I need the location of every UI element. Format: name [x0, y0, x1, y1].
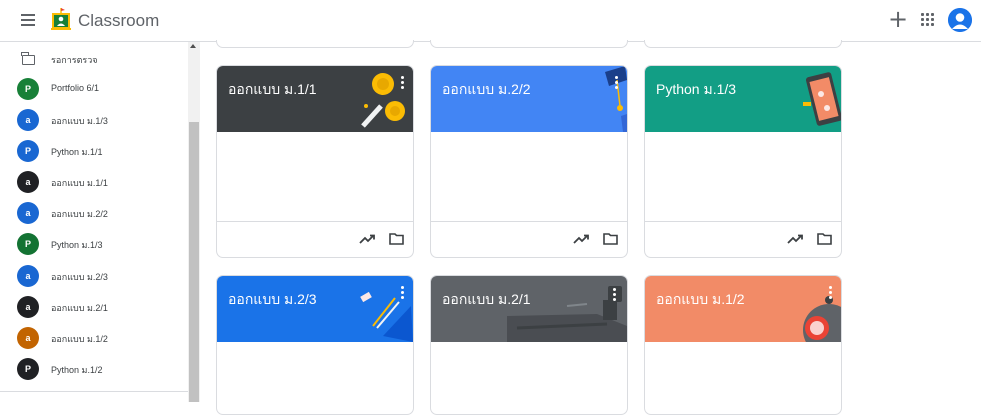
- more-vert-icon[interactable]: [608, 286, 622, 302]
- class-card-partial[interactable]: [430, 40, 628, 48]
- sidebar-item-label: ออกแบบ ม.1/1: [51, 178, 108, 188]
- class-avatar: a: [17, 171, 39, 193]
- apps-grid-icon[interactable]: [920, 12, 936, 28]
- class-avatar: a: [17, 265, 39, 287]
- card-header[interactable]: ออกแบบ ม.1/1: [217, 66, 413, 132]
- sidebar-item-class[interactable]: a ออกแบบ ม.1/1: [0, 168, 186, 196]
- sidebar-item-class[interactable]: a ออกแบบ ม.1/2: [0, 324, 186, 352]
- sidebar-item-label: Python ม.1/1: [51, 147, 103, 157]
- class-avatar: P: [17, 140, 39, 162]
- sidebar-item-class[interactable]: P Python ม.1/1: [0, 137, 186, 165]
- class-title-link[interactable]: ออกแบบ ม.1/2: [656, 289, 745, 311]
- class-avatar: P: [17, 358, 39, 380]
- sidebar-item-label: ออกแบบ ม.2/3: [51, 272, 108, 282]
- class-card[interactable]: ออกแบบ ม.2/3: [216, 275, 414, 415]
- folder-icon[interactable]: [817, 233, 832, 245]
- class-title-link[interactable]: ออกแบบ ม.2/2: [442, 79, 531, 101]
- trending-up-icon[interactable]: [787, 234, 803, 244]
- sidebar: รอการตรวจ P Portfolio 6/1 a ออกแบบ ม.1/3…: [0, 42, 200, 402]
- class-title-link[interactable]: ออกแบบ ม.1/1: [228, 79, 317, 101]
- folder-icon[interactable]: [603, 233, 618, 245]
- header-illustration-icon: [803, 72, 841, 126]
- class-card[interactable]: Python ม.1/3: [644, 65, 842, 258]
- trending-up-icon[interactable]: [573, 234, 589, 244]
- more-vert-icon[interactable]: [826, 286, 836, 302]
- folder-icon[interactable]: [389, 233, 404, 245]
- sidebar-item-class[interactable]: P Python ม.1/2: [0, 355, 186, 383]
- class-card[interactable]: ออกแบบ ม.2/2: [430, 65, 628, 258]
- more-vert-icon[interactable]: [398, 76, 408, 92]
- card-divider: [217, 221, 413, 222]
- more-vert-icon[interactable]: [612, 76, 622, 92]
- class-title-link[interactable]: ออกแบบ ม.2/3: [228, 289, 317, 311]
- sidebar-item-label: ออกแบบ ม.2/1: [51, 303, 108, 313]
- class-avatar: P: [17, 233, 39, 255]
- sidebar-item-label: Python ม.1/3: [51, 240, 103, 250]
- card-divider: [431, 221, 627, 222]
- class-card-partial[interactable]: [216, 40, 414, 48]
- class-title-link[interactable]: Python ม.1/3: [656, 79, 736, 101]
- sidebar-item-class[interactable]: P Portfolio 6/1: [0, 75, 186, 103]
- class-title-link[interactable]: ออกแบบ ม.2/1: [442, 289, 531, 311]
- review-folder-icon: [21, 52, 35, 65]
- card-header[interactable]: ออกแบบ ม.1/2: [645, 276, 841, 342]
- sidebar-divider: [0, 391, 188, 392]
- class-card-partial[interactable]: [644, 40, 842, 48]
- sidebar-item-label: Python ม.1/2: [51, 365, 103, 375]
- class-card[interactable]: ออกแบบ ม.1/2: [644, 275, 842, 415]
- card-header[interactable]: Python ม.1/3: [645, 66, 841, 132]
- menu-icon[interactable]: [19, 12, 37, 28]
- app-title[interactable]: Classroom: [78, 11, 159, 31]
- sidebar-item-class[interactable]: a ออกแบบ ม.2/1: [0, 293, 186, 321]
- sidebar-item-label: Portfolio 6/1: [51, 83, 100, 93]
- plus-icon[interactable]: +: [887, 7, 909, 31]
- class-card[interactable]: ออกแบบ ม.2/1: [430, 275, 628, 415]
- card-header[interactable]: ออกแบบ ม.2/1: [431, 276, 627, 342]
- account-icon[interactable]: [948, 8, 972, 32]
- card-divider: [645, 221, 841, 222]
- class-avatar: a: [17, 202, 39, 224]
- sidebar-item-label: ออกแบบ ม.2/2: [51, 209, 108, 219]
- sidebar-item-class[interactable]: P Python ม.1/3: [0, 230, 186, 258]
- sidebar-item-label: ออกแบบ ม.1/3: [51, 116, 108, 126]
- trending-up-icon[interactable]: [359, 234, 375, 244]
- scroll-up-arrow-icon[interactable]: [190, 44, 196, 48]
- sidebar-item-review[interactable]: รอการตรวจ: [0, 45, 186, 73]
- class-avatar: a: [17, 327, 39, 349]
- sidebar-item-class[interactable]: a ออกแบบ ม.1/3: [0, 106, 186, 134]
- more-vert-icon[interactable]: [398, 286, 408, 302]
- class-avatar: a: [17, 296, 39, 318]
- class-avatar: a: [17, 109, 39, 131]
- card-header[interactable]: ออกแบบ ม.2/3: [217, 276, 413, 342]
- sidebar-scrollbar-thumb[interactable]: [189, 122, 199, 402]
- class-card[interactable]: ออกแบบ ม.1/1: [216, 65, 414, 258]
- sidebar-item-label: รอการตรวจ: [51, 55, 98, 65]
- sidebar-item-label: ออกแบบ ม.1/2: [51, 334, 108, 344]
- sidebar-item-class[interactable]: a ออกแบบ ม.2/2: [0, 199, 186, 227]
- classroom-logo[interactable]: [51, 7, 71, 31]
- top-app-bar: Classroom +: [0, 0, 981, 42]
- sidebar-item-class[interactable]: a ออกแบบ ม.2/3: [0, 262, 186, 290]
- class-avatar: P: [17, 78, 39, 100]
- card-header[interactable]: ออกแบบ ม.2/2: [431, 66, 627, 132]
